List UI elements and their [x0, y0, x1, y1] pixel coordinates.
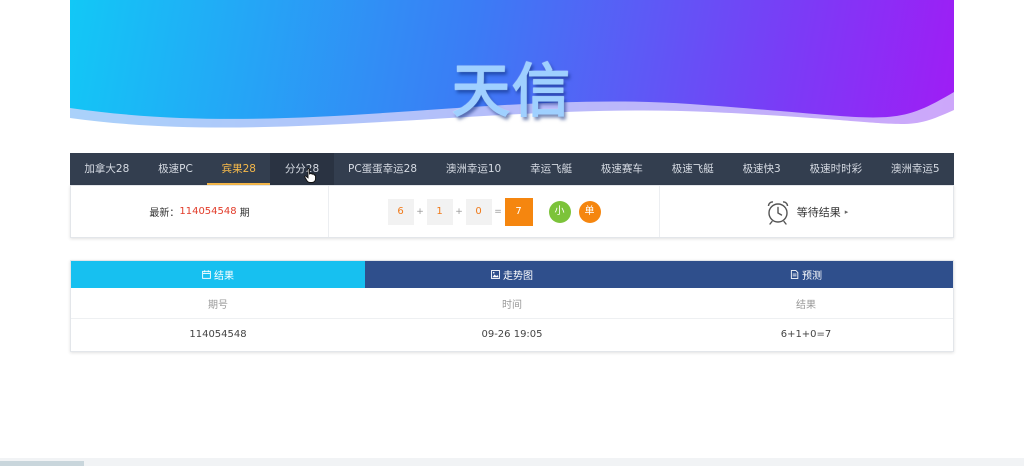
plus-sign: +	[416, 206, 424, 217]
cell-issue: 114054548	[189, 329, 247, 340]
nav-item-lucky-airship[interactable]: 幸运飞艇	[516, 153, 587, 185]
table-header-row: 期号 时间 结果	[71, 288, 953, 319]
nav-item-bingo28[interactable]: 宾果28	[207, 153, 271, 185]
result-ball: 6	[387, 198, 414, 225]
alarm-clock-icon	[767, 200, 788, 225]
waiting-text: 等待结果	[796, 205, 841, 219]
image-icon	[491, 270, 500, 279]
tab-trend-chart[interactable]: 走势图	[365, 261, 659, 288]
bottom-scroll-strip	[0, 458, 1024, 466]
panel-tabs: 结果 走势图 预测	[71, 261, 953, 288]
latest-numbers-cell: 6 + 1 + 0 = 7 小 单	[329, 186, 660, 237]
banner-logo-title: 天信	[451, 57, 572, 125]
nav-item-speed-ssc[interactable]: 极速时时彩	[795, 153, 876, 185]
tab-results-label: 结果	[214, 271, 234, 282]
cell-result: 6+1+0=7	[780, 329, 832, 340]
waiting-cell: 等待结果 ▸	[660, 186, 953, 237]
document-icon	[790, 270, 799, 279]
latest-issue-suffix: 期	[239, 208, 250, 219]
latest-issue-number: 114054548	[179, 206, 237, 217]
plus-sign: +	[455, 206, 463, 217]
equals-sign: =	[494, 206, 502, 217]
waiting-arrow-icon: ▸	[844, 207, 849, 216]
size-tag: 小	[548, 200, 571, 223]
nav-item-canada28[interactable]: 加拿大28	[70, 153, 144, 185]
column-header-time: 时间	[502, 299, 522, 311]
tab-trend-chart-label: 走势图	[503, 271, 533, 282]
latest-prefix: 最新：	[149, 208, 180, 219]
nav-item-pc-egg-lucky28[interactable]: PC蛋蛋幸运28	[334, 153, 432, 185]
nav-item-speed-airship[interactable]: 极速飞艇	[657, 153, 728, 185]
game-nav: 加拿大28 极速PC 宾果28 分分28 PC蛋蛋幸运28 澳洲幸运10 幸运飞…	[70, 153, 954, 185]
results-panel: 结果 走势图 预测 期号 时间 结果 114054548 09-26 19:05…	[70, 260, 954, 352]
nav-item-speed-k3[interactable]: 极速快3	[728, 153, 795, 185]
nav-item-speed-racing[interactable]: 极速赛车	[587, 153, 658, 185]
horizontal-scrollbar-thumb[interactable]	[0, 461, 84, 466]
column-header-issue: 期号	[208, 299, 228, 311]
nav-item-australia-lucky10[interactable]: 澳洲幸运10	[431, 153, 515, 185]
tab-prediction-label: 预测	[802, 271, 822, 282]
nav-item-minute28[interactable]: 分分28	[270, 153, 334, 185]
nav-item-speed-pc[interactable]: 极速PC	[144, 153, 208, 185]
nav-item-australia-lucky5[interactable]: 澳洲幸运5	[877, 153, 955, 185]
hand-cursor-icon	[304, 168, 316, 183]
table-row: 114054548 09-26 19:05 6+1+0=7	[71, 319, 953, 350]
parity-tag: 单	[578, 200, 601, 223]
tab-results[interactable]: 结果	[71, 261, 365, 288]
tab-prediction[interactable]: 预测	[659, 261, 953, 288]
latest-result-bar: 最新： 114054548 期 6 + 1 + 0 = 7 小 单 等待结果 ▸	[70, 185, 954, 238]
result-ball: 1	[426, 198, 453, 225]
calendar-icon	[202, 270, 211, 279]
cell-time: 09-26 19:05	[481, 329, 543, 340]
result-ball: 0	[465, 198, 492, 225]
result-sum: 7	[504, 197, 533, 226]
banner: 天信	[70, 0, 954, 148]
column-header-result: 结果	[796, 299, 816, 311]
latest-issue-cell: 最新： 114054548 期	[71, 186, 329, 237]
